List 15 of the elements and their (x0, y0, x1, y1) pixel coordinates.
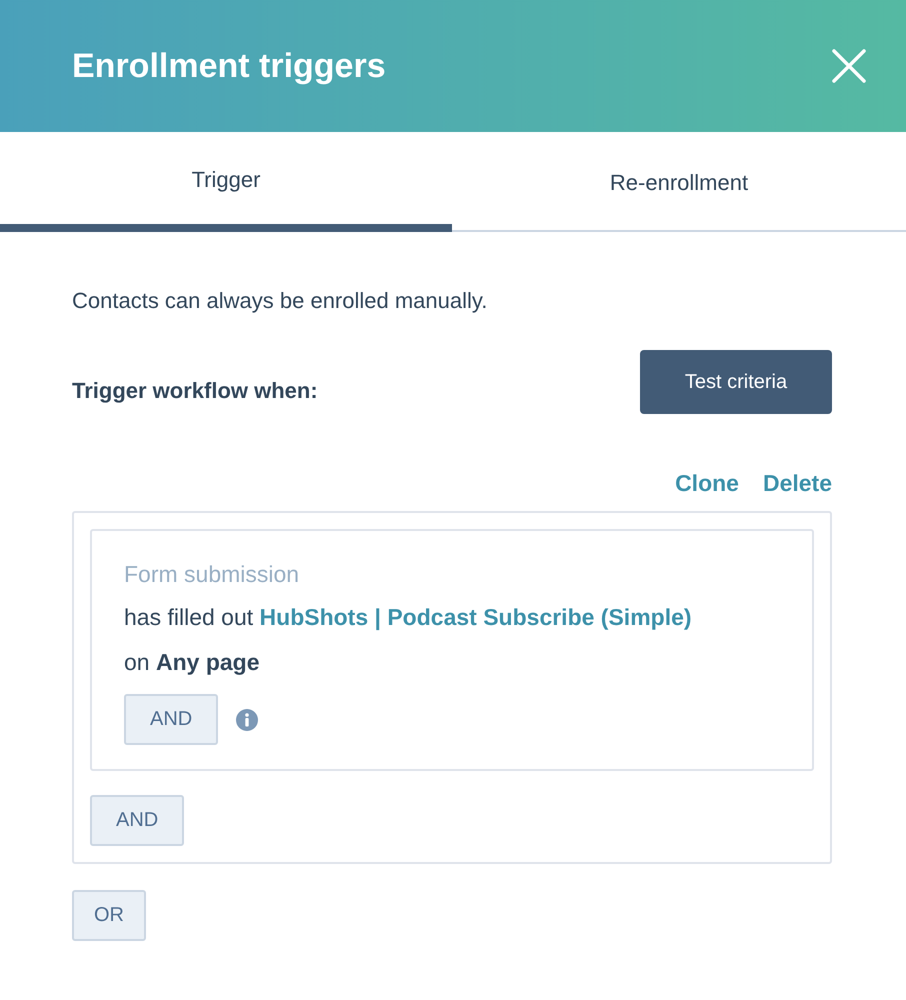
info-text: Contacts can always be enrolled manually. (72, 288, 488, 314)
filter-condition: has filled out HubShots | Podcast Subscribe (Simple) (124, 604, 693, 631)
filter-location: on Any page (124, 649, 261, 676)
section-label: Trigger workflow when: (72, 378, 318, 404)
dialog-title: Enrollment triggers (72, 46, 386, 86)
form-link[interactable]: HubShots | Podcast Subscribe (Simple) (260, 604, 692, 630)
action-link[interactable]: Clone (675, 470, 739, 497)
close-button[interactable] (832, 49, 866, 83)
and-button[interactable]: AND (90, 795, 184, 846)
or-button[interactable]: OR (72, 890, 146, 941)
test-criteria-button[interactable]: Test criteria (640, 350, 832, 414)
info-icon[interactable] (236, 708, 258, 730)
action-link[interactable]: Delete (762, 470, 832, 497)
and-button[interactable]: AND (124, 694, 218, 745)
filter-category: Form submission (124, 561, 300, 588)
